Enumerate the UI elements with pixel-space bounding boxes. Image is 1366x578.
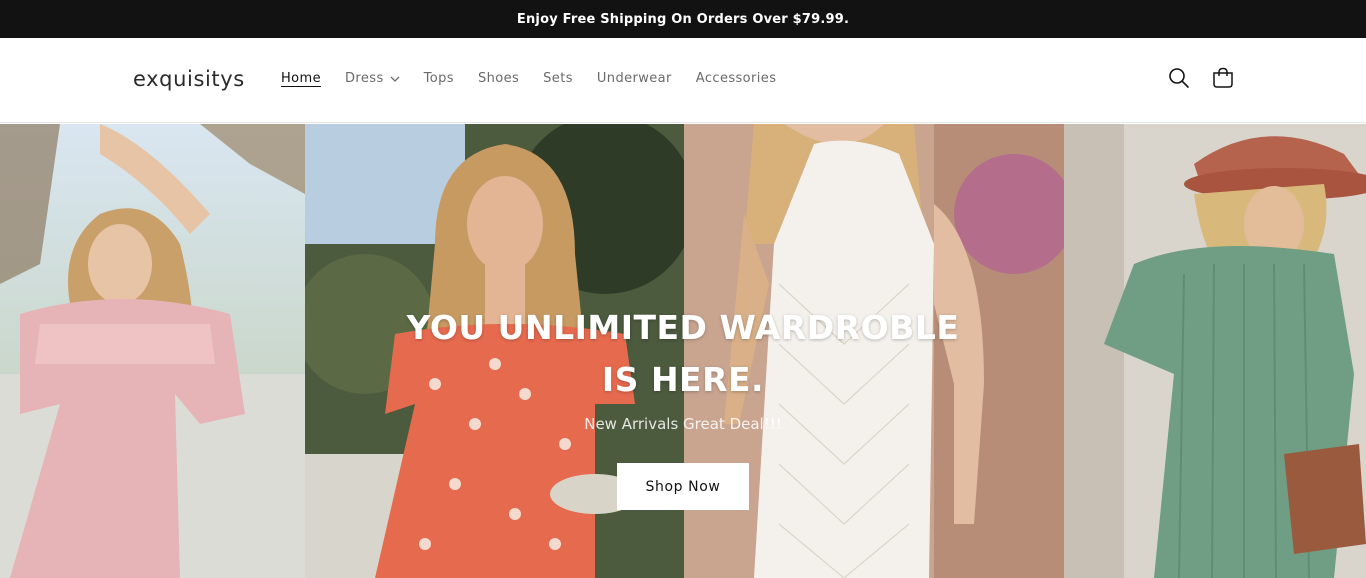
nav-item-shoes[interactable]: Shoes: [478, 71, 519, 86]
nav-item-accessories[interactable]: Accessories: [696, 71, 777, 86]
nav-item-dress[interactable]: Dress: [345, 71, 400, 86]
nav-label-accessories: Accessories: [695, 71, 777, 86]
hero-image-pink-dress: [0, 124, 305, 578]
site-header: exquisitys Home Dress Tops Shoes Sets Un…: [0, 38, 1366, 123]
chevron-down-icon: [390, 76, 400, 82]
nav-label-sets: Sets: [543, 71, 573, 86]
nav-item-tops[interactable]: Tops: [424, 71, 454, 86]
announcement-text: Enjoy Free Shipping On Orders Over $79.9…: [516, 11, 850, 27]
search-icon[interactable]: [1167, 66, 1191, 90]
nav-label-dress: Dress: [345, 71, 384, 86]
announcement-bar: Enjoy Free Shipping On Orders Over $79.9…: [0, 0, 1366, 38]
shop-now-button[interactable]: Shop Now: [617, 463, 749, 510]
cart-icon[interactable]: [1211, 66, 1235, 90]
nav-item-sets[interactable]: Sets: [543, 71, 573, 86]
nav-label-home: Home: [281, 71, 321, 86]
nav-item-underwear[interactable]: Underwear: [597, 71, 672, 86]
nav-label-underwear: Underwear: [596, 71, 672, 86]
main-nav: Home Dress Tops Shoes Sets Underwear Acc…: [281, 71, 800, 86]
nav-item-home[interactable]: Home: [281, 71, 321, 86]
nav-label-shoes: Shoes: [477, 71, 520, 86]
nav-label-tops: Tops: [423, 71, 454, 86]
hero-banner: YOU UNLIMITED WARDROBLE IS HERE. New Arr…: [0, 124, 1366, 578]
hero-image-green-knit-dress: [1064, 124, 1366, 578]
store-logo[interactable]: exquisitys: [133, 67, 245, 91]
